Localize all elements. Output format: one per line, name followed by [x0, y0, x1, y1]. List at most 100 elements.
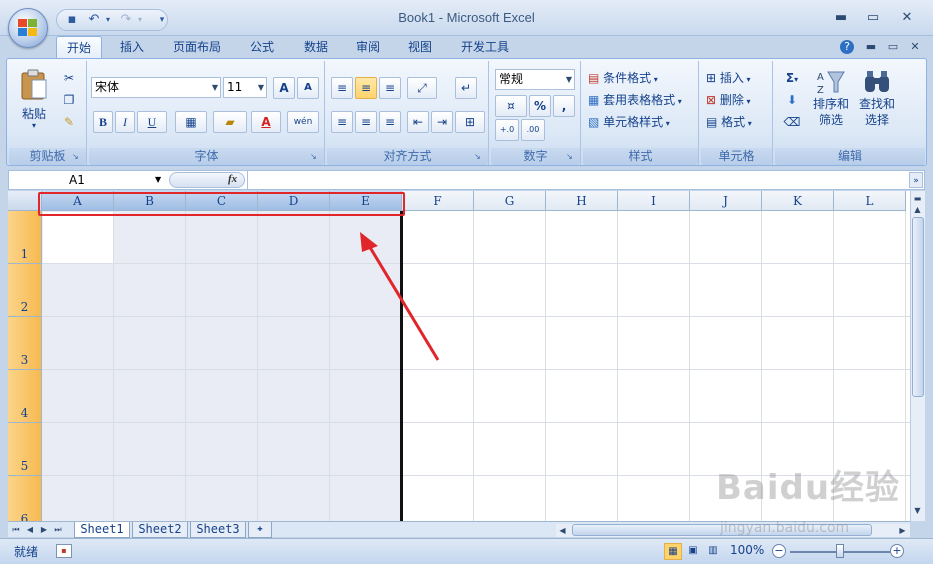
autosum-button[interactable]: Σ▾ [779, 67, 805, 89]
active-cell[interactable] [43, 212, 113, 263]
merge-button[interactable]: ⊞ [455, 111, 485, 133]
tab-data[interactable]: 数据 [294, 36, 338, 58]
format-painter-icon[interactable]: ✎ [59, 111, 79, 129]
clear-button[interactable]: ⌫ [779, 111, 805, 133]
maximize-button[interactable]: ▭ [860, 8, 886, 28]
sheet-tab-2[interactable]: Sheet2 [132, 522, 188, 538]
fill-button[interactable]: ⬇ [779, 89, 805, 111]
underline-button[interactable]: U [137, 111, 167, 133]
align-left-button[interactable]: ≡ [331, 111, 353, 133]
tab-home[interactable]: 开始 [56, 36, 102, 58]
row-header-6[interactable]: 6 [8, 476, 42, 521]
minimize-button[interactable]: ▬ [828, 8, 854, 28]
vertical-scrollbar[interactable]: ▬ ▲ ▼ [910, 191, 925, 521]
doc-minimize-icon[interactable]: ▬ [862, 39, 880, 55]
conditional-format-button[interactable]: ▤ 条件格式 ▾ [587, 67, 695, 89]
sort-filter-button[interactable]: A Z 排序和 筛选 [809, 65, 851, 131]
normal-view-icon[interactable]: ▦ [664, 543, 682, 560]
align-right-button[interactable]: ≡ [379, 111, 401, 133]
scroll-up-icon[interactable]: ▲ [911, 203, 924, 216]
insert-cells-button[interactable]: ⊞ 插入 ▾ [705, 67, 769, 89]
insert-function-icon[interactable]: fx [228, 173, 237, 185]
align-top-button[interactable]: ≡ [331, 77, 353, 99]
bold-button[interactable]: B [93, 111, 113, 133]
formula-input[interactable] [247, 171, 907, 189]
scroll-left-icon[interactable]: ◀ [556, 524, 569, 537]
column-header-i[interactable]: I [618, 191, 690, 211]
align-center-button[interactable]: ≡ [355, 111, 377, 133]
font-size-select[interactable]: 11 ▼ [223, 77, 267, 98]
copy-icon[interactable]: ❐ [59, 89, 79, 107]
column-header-g[interactable]: G [474, 191, 546, 211]
column-header-h[interactable]: H [546, 191, 618, 211]
increase-decimal-button[interactable]: +.0 [495, 119, 519, 141]
cut-icon[interactable]: ✂ [59, 67, 79, 85]
tab-formulas[interactable]: 公式 [240, 36, 284, 58]
sheet-tab-3[interactable]: Sheet3 [190, 522, 246, 538]
prev-sheet-icon[interactable]: ◀ [24, 523, 36, 537]
font-name-select[interactable]: 宋体 ▼ [91, 77, 221, 98]
paste-button[interactable]: 粘贴 ▾ [13, 65, 53, 130]
select-all-corner[interactable] [8, 191, 42, 211]
column-header-f[interactable]: F [402, 191, 474, 211]
tab-page-layout[interactable]: 页面布局 [164, 36, 230, 58]
font-launcher-icon[interactable]: ↘ [310, 152, 320, 162]
align-middle-button[interactable]: ≡ [355, 77, 377, 99]
column-header-j[interactable]: J [690, 191, 762, 211]
first-sheet-icon[interactable]: ⏮ [10, 523, 22, 537]
delete-cells-button[interactable]: ⊠ 删除 ▾ [705, 89, 769, 111]
vertical-scroll-thumb[interactable] [912, 217, 924, 397]
orientation-button[interactable]: ⤢ [407, 77, 437, 99]
fill-color-button[interactable]: ▰ [213, 111, 247, 133]
zoom-level[interactable]: 100% [730, 543, 764, 557]
font-color-button[interactable]: A [251, 111, 281, 133]
grow-font-button[interactable]: A [273, 77, 295, 99]
decrease-indent-button[interactable]: ⇤ [407, 111, 429, 133]
clipboard-launcher-icon[interactable]: ↘ [72, 152, 82, 162]
align-bottom-button[interactable]: ≡ [379, 77, 401, 99]
office-button[interactable] [8, 8, 48, 48]
close-button[interactable]: ✕ [894, 8, 920, 28]
alignment-launcher-icon[interactable]: ↘ [474, 152, 484, 162]
row-header-5[interactable]: 5 [8, 423, 42, 476]
decrease-decimal-button[interactable]: .00 [521, 119, 545, 141]
column-header-k[interactable]: K [762, 191, 834, 211]
tab-review[interactable]: 审阅 [346, 36, 390, 58]
tab-developer[interactable]: 开发工具 [452, 36, 518, 58]
phonetic-button[interactable]: wén [287, 111, 319, 133]
column-header-l[interactable]: L [834, 191, 906, 211]
italic-button[interactable]: I [115, 111, 135, 133]
comma-button[interactable]: , [553, 95, 575, 117]
macro-record-icon[interactable]: ▪ [56, 544, 72, 558]
tab-insert[interactable]: 插入 [110, 36, 154, 58]
format-as-table-button[interactable]: ▦ 套用表格格式 ▾ [587, 89, 695, 111]
increase-indent-button[interactable]: ⇥ [431, 111, 453, 133]
find-select-button[interactable]: 查找和 选择 [855, 65, 897, 131]
sheet-tab-1[interactable]: Sheet1 [74, 522, 130, 538]
row-header-2[interactable]: 2 [8, 264, 42, 317]
next-sheet-icon[interactable]: ▶ [38, 523, 50, 537]
last-sheet-icon[interactable]: ⏭ [52, 523, 64, 537]
insert-sheet-icon[interactable]: ✚ [248, 522, 272, 538]
cell-styles-button[interactable]: ▧ 单元格样式 ▾ [587, 111, 695, 133]
format-cells-button[interactable]: ▤ 格式 ▾ [705, 111, 769, 133]
percent-button[interactable]: % [529, 95, 551, 117]
help-icon[interactable]: ? [840, 40, 854, 54]
tab-view[interactable]: 视图 [398, 36, 442, 58]
border-button[interactable]: ▦ [175, 111, 207, 133]
number-launcher-icon[interactable]: ↘ [566, 152, 576, 162]
currency-button[interactable]: ¤ [495, 95, 527, 117]
doc-close-icon[interactable]: ✕ [906, 39, 924, 55]
row-header-4[interactable]: 4 [8, 370, 42, 423]
number-format-select[interactable]: 常规 ▼ [495, 69, 575, 90]
page-break-view-icon[interactable]: ▥ [704, 543, 722, 560]
zoom-slider-thumb[interactable] [836, 544, 844, 558]
zoom-in-icon[interactable]: + [890, 544, 904, 558]
row-header-1[interactable]: 1 [8, 211, 42, 264]
wrap-text-button[interactable]: ↵ [455, 77, 477, 99]
name-box[interactable]: A1 ▼ [9, 171, 169, 189]
doc-restore-icon[interactable]: ▭ [884, 39, 902, 55]
shrink-font-button[interactable]: A [297, 77, 319, 99]
expand-formula-icon[interactable]: » [909, 172, 923, 188]
scroll-down-icon[interactable]: ▼ [911, 504, 924, 517]
